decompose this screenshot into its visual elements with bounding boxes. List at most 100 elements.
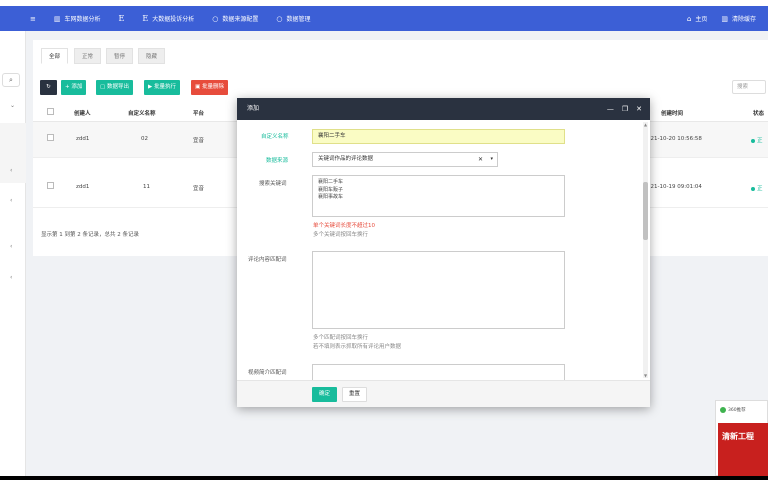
status-badge: 正 xyxy=(751,136,763,144)
pagination-info: 显示第 1 到第 2 条记录，总共 2 条记录 xyxy=(41,232,139,238)
keywords-hint: 多个关键词按回车换行 xyxy=(313,232,369,238)
dialog-footer: 确定 重置 xyxy=(237,380,650,407)
tab-normal[interactable]: 正常 xyxy=(74,48,102,64)
scroll-thumb[interactable] xyxy=(643,182,648,240)
tab-paused[interactable]: 暂停 xyxy=(106,48,134,64)
e-icon: E xyxy=(118,14,125,23)
minimize-icon[interactable]: — xyxy=(607,98,614,120)
add-button[interactable]: + 添加 xyxy=(61,80,87,95)
scroll-up-icon[interactable]: ▲ xyxy=(643,122,648,127)
dialog-controls: — ❐ ✕ xyxy=(607,98,642,120)
nav-right: ⌂ 主页 ▥ 清除缓存 xyxy=(687,6,756,31)
refresh-icon: ↻ xyxy=(46,84,51,90)
clear-icon[interactable]: ✕ xyxy=(478,153,483,166)
comment-match-label: 评论内容匹配词 xyxy=(248,257,287,263)
tab-hidden[interactable]: 隐藏 xyxy=(138,48,166,64)
dialog-scrollbar[interactable]: ▲ ▼ xyxy=(643,122,648,378)
nav-label: 数据来源配置 xyxy=(222,16,259,23)
nav-item-source-config[interactable]: ○ 数据来源配置 xyxy=(203,14,267,24)
col-platform[interactable]: 平台 xyxy=(193,109,204,117)
dialog-title: 添加 xyxy=(247,105,260,112)
sidebar-active-area xyxy=(0,123,26,183)
nav-item-complaint-analysis[interactable]: E 大数据投诉分析 xyxy=(133,14,203,23)
video-match-label: 视频简介匹配词 xyxy=(248,370,287,376)
comment-hint-2: 若不填则表示抓取所有评论用户数据 xyxy=(313,344,402,350)
cell-platform: 宜音 xyxy=(193,138,205,144)
popup-header: 360推荐 xyxy=(720,407,746,413)
custom-name-label: 自定义名称 xyxy=(261,134,289,140)
col-creator[interactable]: 创建人 xyxy=(74,109,91,117)
scroll-down-icon[interactable]: ▼ xyxy=(643,373,648,378)
caret-down-icon: ▾ xyxy=(490,156,493,162)
status-tabs: 全部 正常 暂停 隐藏 xyxy=(33,40,768,68)
circle-icon: ○ xyxy=(212,14,219,23)
nav-item-e[interactable]: E xyxy=(110,14,134,23)
chevron-left-icon[interactable]: ‹ xyxy=(10,243,12,250)
ad-popup[interactable]: 360推荐 清新工程 xyxy=(715,400,768,476)
video-match-textarea[interactable] xyxy=(312,364,565,380)
comment-match-textarea[interactable] xyxy=(312,251,565,329)
col-status[interactable]: 状态 xyxy=(753,109,764,117)
nav-label: 清除缓存 xyxy=(731,16,756,23)
chevron-left-icon[interactable]: ‹ xyxy=(10,167,12,174)
status-badge: 正 xyxy=(751,184,763,192)
nav-label: 数据管理 xyxy=(286,16,311,23)
sidebar: ⌕ ⌄ ‹ ‹ ‹ ‹ xyxy=(0,31,26,476)
reset-button[interactable]: 重置 xyxy=(342,387,367,402)
select-all-checkbox[interactable] xyxy=(47,108,54,115)
keyword-line: 襄阳车贩子 xyxy=(318,186,344,193)
confirm-button[interactable]: 确定 xyxy=(312,387,337,402)
batch-run-button[interactable]: ▶ 批量执行 xyxy=(144,80,180,95)
maximize-icon[interactable]: ❐ xyxy=(622,98,628,120)
status-text: 正 xyxy=(757,186,763,192)
keywords-label: 搜索关键词 xyxy=(259,181,287,187)
tab-all[interactable]: 全部 xyxy=(41,48,69,64)
status-dot xyxy=(751,138,755,143)
cell-created: 121-10-20 10:56:58 xyxy=(647,136,702,142)
bar-chart-icon: ▥ xyxy=(53,14,61,23)
nav-label: 大数据投诉分析 xyxy=(152,16,195,23)
row-checkbox[interactable] xyxy=(47,134,54,141)
search-input[interactable]: 搜索 xyxy=(732,80,766,94)
col-created[interactable]: 创建时间 xyxy=(661,109,683,117)
custom-name-input[interactable]: 襄阳二手车 xyxy=(312,129,565,144)
status-dot xyxy=(751,186,755,191)
trash-icon: ▥ xyxy=(721,14,728,23)
nav-item-car-analysis[interactable]: ▥ 车网数据分析 xyxy=(45,14,110,24)
data-source-label: 数据来源 xyxy=(266,158,289,164)
dialog-header: 添加 — ❐ ✕ xyxy=(237,98,650,120)
cell-custom-name: 11 xyxy=(143,184,150,190)
app-screen: ≡ ▥ 车网数据分析 E E 大数据投诉分析 ○ 数据来源配置 ○ 数据管理 ⌂… xyxy=(0,0,768,476)
360-logo-icon xyxy=(720,407,726,413)
col-custom-name[interactable]: 自定义名称 xyxy=(128,109,156,117)
data-source-select[interactable]: 关键词作品的评论数据 ✕ ▾ xyxy=(312,152,498,167)
cell-custom-name: 02 xyxy=(141,136,148,142)
nav-menu-toggle[interactable]: ≡ xyxy=(0,15,45,23)
close-icon[interactable]: ✕ xyxy=(636,98,642,120)
nav-clear-cache[interactable]: ▥ 清除缓存 xyxy=(721,14,756,24)
menu-icon: ≡ xyxy=(30,14,36,23)
row-checkbox[interactable] xyxy=(47,182,54,189)
keywords-error: 单个关键词长度不超过10 xyxy=(313,223,375,229)
refresh-button[interactable]: ↻ xyxy=(40,80,57,95)
top-navbar: ≡ ▥ 车网数据分析 E E 大数据投诉分析 ○ 数据来源配置 ○ 数据管理 ⌂… xyxy=(0,6,768,31)
keywords-textarea[interactable]: 襄阳二手车 襄阳车贩子 襄阳事故车 xyxy=(312,175,565,217)
status-text: 正 xyxy=(757,138,763,144)
keyword-line: 襄阳二手车 xyxy=(318,179,344,185)
batch-delete-button[interactable]: ▣ 批量删除 xyxy=(191,80,228,95)
chevron-left-icon[interactable]: ‹ xyxy=(10,274,12,281)
cell-creator: zdd1 xyxy=(76,136,90,142)
nav-home[interactable]: ⌂ 主页 xyxy=(687,14,707,24)
chevron-left-icon[interactable]: ‹ xyxy=(10,197,12,204)
chevron-down-icon[interactable]: ⌄ xyxy=(10,102,15,109)
data-source-value: 关键词作品的评论数据 xyxy=(318,156,374,162)
nav-label: 车网数据分析 xyxy=(64,16,101,23)
popup-ad-banner[interactable]: 清新工程 xyxy=(718,423,768,476)
e-icon: E xyxy=(142,14,149,23)
cell-created: 121-10-19 09:01:04 xyxy=(647,184,702,190)
export-button[interactable]: ▢ 数据导出 xyxy=(96,80,133,95)
nav-item-data-manage[interactable]: ○ 数据管理 xyxy=(267,14,319,24)
cell-creator: zdd1 xyxy=(76,184,90,190)
sidebar-search-button[interactable]: ⌕ xyxy=(2,73,20,87)
keyword-line: 襄阳事故车 xyxy=(318,194,344,200)
